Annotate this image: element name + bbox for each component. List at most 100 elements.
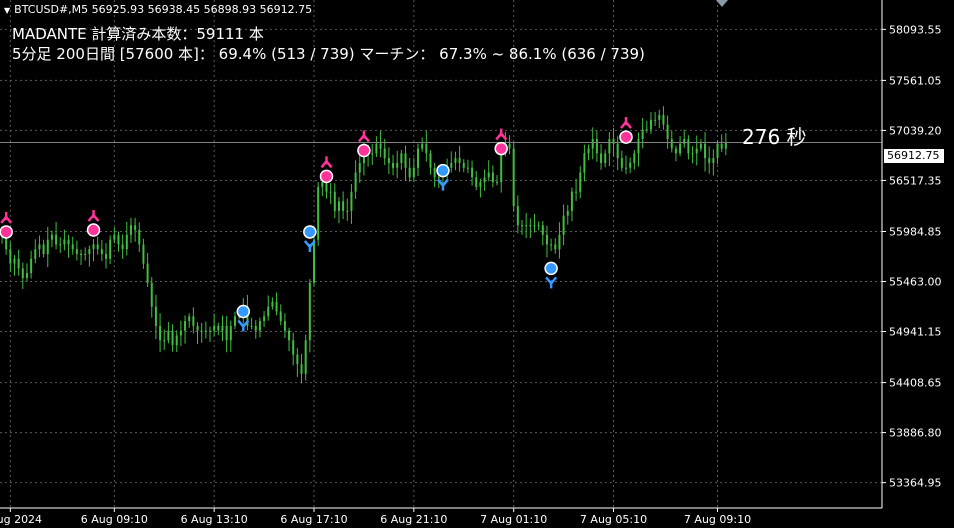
candle-body [254,325,257,331]
candle-body [450,162,453,168]
candle-body [479,182,482,187]
candle-body [21,268,24,278]
candle-body [392,162,395,168]
candle-body [579,172,582,192]
candle-body [179,330,182,336]
candle-body [516,206,519,226]
candle-body [699,143,702,149]
candle-body [616,143,619,159]
candle-body [121,244,124,250]
candle-body [371,153,374,155]
candle-body [163,340,166,342]
candle-body [350,191,353,211]
candle-body [433,167,436,178]
candle-body [263,316,266,322]
candle-body [55,234,58,245]
candle-body [462,162,465,168]
candle-body [129,225,132,235]
candle-body [109,239,112,259]
candle-body [383,148,386,159]
candle-body [308,282,311,341]
candle-body [687,138,690,154]
candle-body [429,153,432,168]
chart-area[interactable]: 58093.55 57561.05 57039.20 56517.35 55984.85… [0,0,954,528]
candle-body [117,234,120,245]
candle-body [417,148,419,168]
candle-body [645,129,648,131]
candle-body [421,143,424,149]
candle-body [275,301,278,312]
triangle-down-icon: ▼ [4,6,11,15]
axes: 58093.55 57561.05 57039.20 56517.35 55984.85… [0,0,942,526]
candle-body [92,244,95,250]
candle-body [325,182,328,192]
candle-body [379,143,382,149]
candle-body [317,186,320,240]
candle-body [279,311,282,322]
candle-body [558,234,561,250]
candle-body [333,191,336,211]
candle-body [337,201,340,211]
x-tick-label: 6 Aug 2024 [0,513,42,526]
candle-body [508,143,511,149]
candle-body [720,143,723,149]
candle-body [288,330,291,341]
candle-body [591,138,594,149]
y-tick-label: 57039.20 [889,124,942,137]
candle-body [471,167,474,178]
candle-body [296,354,299,365]
y-tick-label: 54408.65 [889,377,942,390]
candle-body [587,148,590,154]
candle-body [437,177,440,179]
candle-body [529,225,532,227]
candle-body [670,138,673,149]
indicator-stats: 5分足 200日間 [57600 本]： 69.4% (513 / 739) マ… [12,45,645,63]
candle-body [496,182,499,184]
candle-body [25,273,28,278]
candle-body [154,306,157,326]
candle-body [196,325,199,331]
candle-body [167,330,170,341]
candle-body [209,330,211,332]
candle-body [562,215,565,235]
candle-body [483,177,486,183]
candle-body [267,306,270,317]
candle-body [500,153,503,183]
x-tick-label: 6 Aug 09:10 [81,513,148,526]
candle-body [387,158,390,163]
candle-body [541,225,544,235]
symbol-quote: BTCUSD#,M5 56925.93 56938.45 56898.93 56… [14,3,313,16]
candle-body [666,124,669,139]
candle-body [63,239,66,245]
current-price-tag: 56912.75 [884,149,944,163]
chart-shift-icon[interactable] [716,0,728,7]
candle-body [604,153,607,163]
candle-body [554,244,557,250]
x-tick-label: 7 Aug 05:10 [580,513,647,526]
y-tick-label: 53364.95 [889,477,942,490]
candle-body [575,191,578,193]
candle-body [679,143,682,154]
candle-body [608,138,611,154]
candle-body [708,158,711,163]
candle-body [221,325,224,331]
candle-body [9,249,12,264]
candle-body [233,316,236,326]
x-tick-label: 6 Aug 21:10 [380,513,447,526]
y-tick-label: 56517.35 [889,174,942,187]
candle-body [458,158,461,163]
candle-body [13,258,16,264]
candle-body [583,153,586,173]
candle-body [683,138,686,144]
candle-body [225,325,228,341]
candle-body [724,142,727,149]
candle-body [96,244,99,250]
candle-body [600,153,603,163]
candle-body [171,330,174,346]
candle-body [620,158,623,168]
candle-body [491,172,494,183]
candle-body [313,239,315,283]
candle-body [67,239,70,245]
y-tick-label: 55463.00 [889,276,942,289]
candle-body [425,143,428,154]
